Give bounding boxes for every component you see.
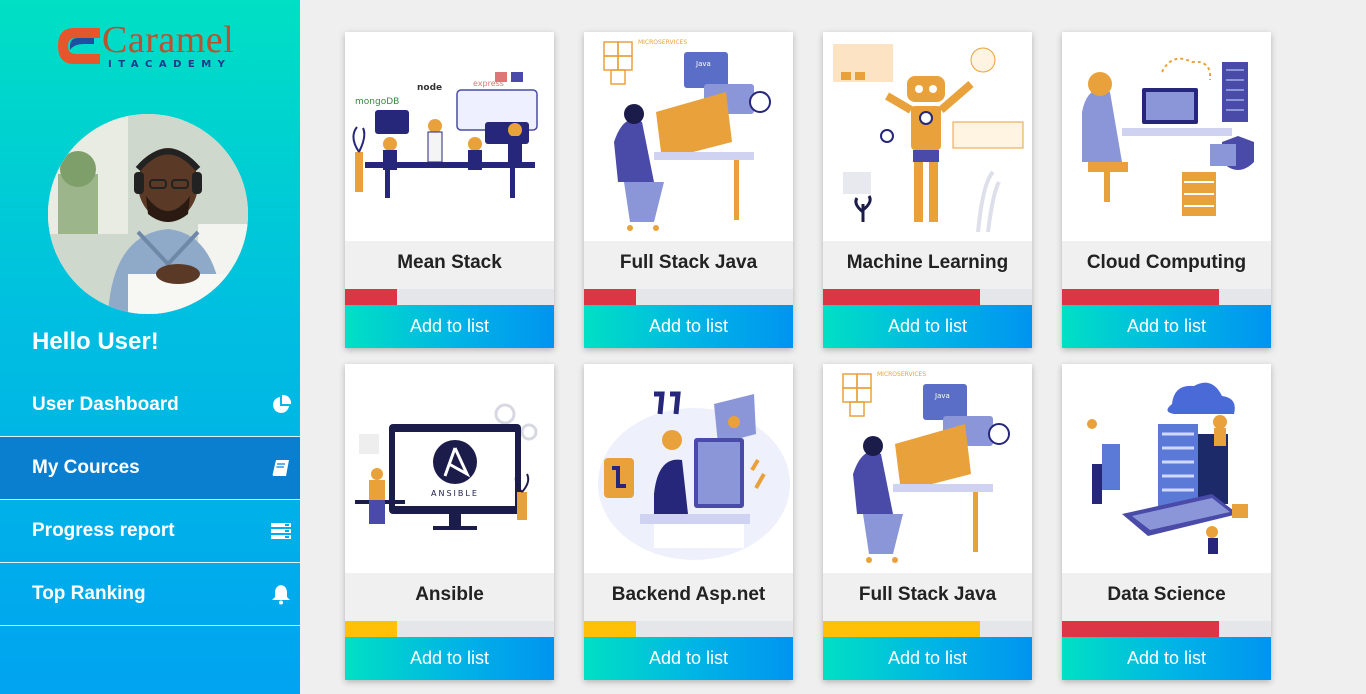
course-card[interactable]: Cloud Computing Add to list [1062,32,1271,348]
svg-text:MICROSERVICES: MICROSERVICES [638,39,687,46]
course-title: Full Stack Java [584,241,793,289]
course-progress [345,621,554,637]
list-icon [271,523,291,539]
ansible-illustration: ANSIBLE [345,364,554,573]
course-progress [823,621,1032,637]
sidebar-item-label: Top Ranking [32,583,146,604]
progress-fill [584,289,637,305]
brand-logo[interactable]: Caramel ITACADEMY [54,20,254,75]
course-card[interactable]: MICROSERVICES Java Full Stack Java Add t… [823,364,1032,680]
progress-fill [345,289,398,305]
course-progress [584,289,793,305]
add-to-list-button[interactable]: Add to list [823,637,1032,680]
svg-text:node: node [417,83,442,93]
java-developer-illustration: MICROSERVICES Java [823,364,1032,573]
course-card[interactable]: Backend Asp.net Add to list [584,364,793,680]
brand-tagline: ITACADEMY [108,59,232,70]
add-to-list-button[interactable]: Add to list [823,305,1032,348]
course-title: Full Stack Java [823,573,1032,621]
greeting: Hello User! [32,328,159,355]
course-card[interactable]: mongoDB node express Mean Stack Add to l… [345,32,554,348]
course-progress [823,289,1032,305]
progress-fill [1062,621,1219,637]
svg-text:mongoDB: mongoDB [355,97,399,107]
course-progress [584,621,793,637]
course-title: Backend Asp.net [584,573,793,621]
svg-text:Java: Java [934,392,950,400]
logo-mark-icon [58,28,100,64]
progress-fill [1062,289,1219,305]
course-title: Machine Learning [823,241,1032,289]
robot-illustration [823,32,1032,241]
course-progress [1062,621,1271,637]
add-to-list-button[interactable]: Add to list [345,305,554,348]
data-science-illustration [1062,364,1271,573]
backend-illustration [584,364,793,573]
sidebar-item-label: User Dashboard [32,394,179,415]
bell-icon [272,585,290,605]
sidebar-nav: User Dashboard My Cources Progress repor… [0,374,300,626]
course-card[interactable]: Machine Learning Add to list [823,32,1032,348]
sidebar-item-label: Progress report [32,520,175,541]
cloud-illustration [1062,32,1271,241]
sidebar-item-top-ranking[interactable]: Top Ranking [0,563,300,626]
course-title: Cloud Computing [1062,241,1271,289]
progress-fill [823,621,980,637]
course-title: Data Science [1062,573,1271,621]
brand-name: Caramel [102,19,235,61]
sidebar-item-user-dashboard[interactable]: User Dashboard [0,374,300,437]
add-to-list-button[interactable]: Add to list [345,637,554,680]
sidebar-item-progress-report[interactable]: Progress report [0,500,300,563]
svg-text:Java: Java [695,60,711,68]
mean-stack-illustration: mongoDB node express [345,32,554,241]
sidebar: Caramel ITACADEMY Hello User! User Dashb… [0,0,300,694]
user-photo [48,114,248,314]
course-card[interactable]: ANSIBLE Ansible Add to list [345,364,554,680]
svg-text:MICROSERVICES: MICROSERVICES [877,371,926,378]
add-to-list-button[interactable]: Add to list [584,305,793,348]
progress-fill [345,621,398,637]
progress-fill [584,621,637,637]
pie-chart-icon [273,394,292,413]
sidebar-item-my-cources[interactable]: My Cources [0,437,300,500]
course-progress [345,289,554,305]
course-progress [1062,289,1271,305]
add-to-list-button[interactable]: Add to list [584,637,793,680]
svg-text:ANSIBLE: ANSIBLE [431,489,479,498]
course-card[interactable]: Data Science Add to list [1062,364,1271,680]
java-developer-illustration: MICROSERVICES Java [584,32,793,241]
progress-fill [823,289,980,305]
course-title: Mean Stack [345,241,554,289]
avatar[interactable] [48,114,248,314]
course-card[interactable]: MICROSERVICES Java Full Stack Java Add t… [584,32,793,348]
book-icon [272,460,289,476]
course-title: Ansible [345,573,554,621]
add-to-list-button[interactable]: Add to list [1062,305,1271,348]
add-to-list-button[interactable]: Add to list [1062,637,1271,680]
sidebar-item-label: My Cources [32,457,140,478]
